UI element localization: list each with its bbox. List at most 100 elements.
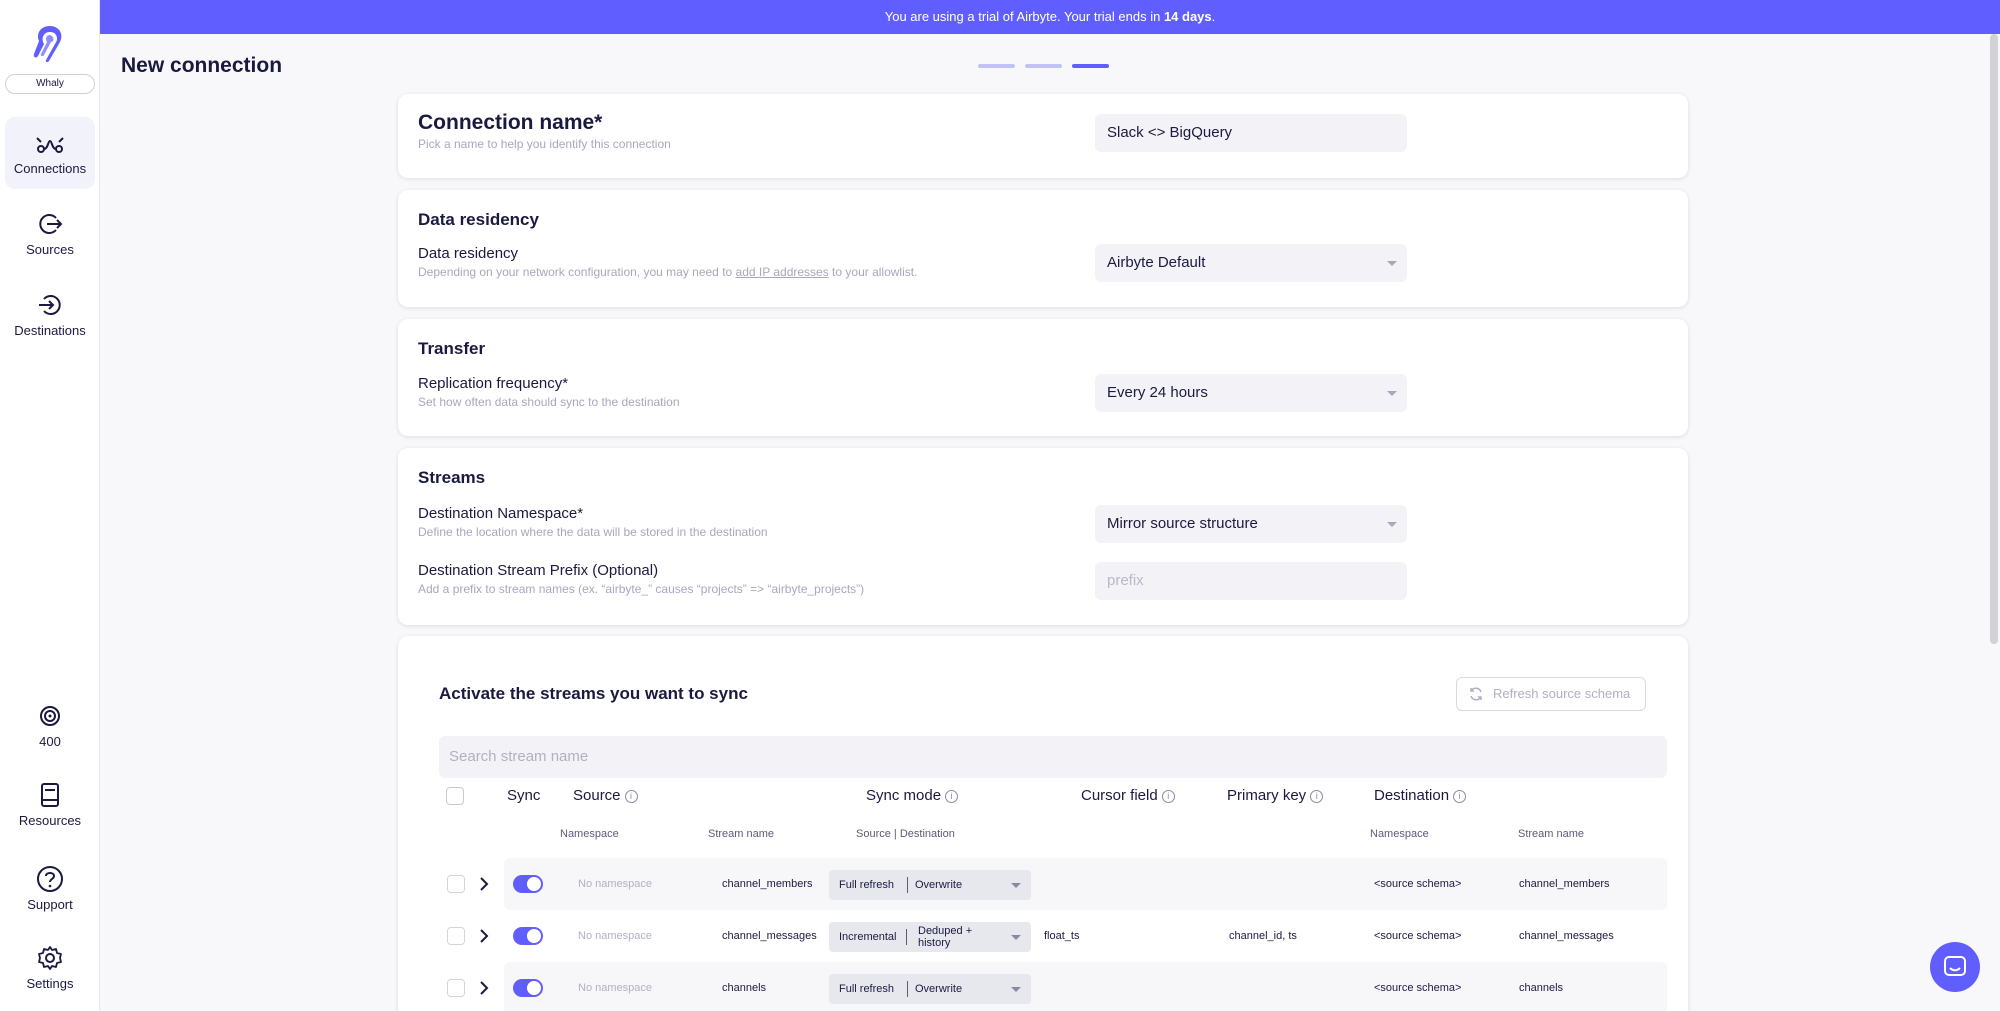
row-checkbox[interactable] — [447, 979, 465, 997]
transfer-heading: Transfer — [418, 339, 486, 358]
connection-name-input[interactable]: Slack <> BigQuery — [1095, 114, 1407, 152]
data-residency-label: Data residency — [418, 245, 519, 262]
row-background — [504, 858, 1667, 910]
trial-days: 14 days — [1163, 9, 1212, 24]
chevron-right-icon[interactable] — [477, 926, 491, 946]
chevron-down-icon — [1387, 261, 1397, 266]
col-sync-mode-label: Sync mode — [866, 787, 942, 804]
nav-destinations-label: Destinations — [14, 323, 86, 338]
chevron-right-icon[interactable] — [477, 978, 491, 998]
subheader-stream-name: Stream name — [708, 828, 775, 840]
data-residency-value: Airbyte Default — [1107, 254, 1206, 271]
source-stream-name: channels — [722, 982, 767, 994]
row-checkbox[interactable] — [447, 875, 465, 893]
stream-prefix-input[interactable]: prefix — [1095, 562, 1407, 600]
credits-icon — [40, 706, 60, 726]
select-all-checkbox[interactable] — [446, 787, 464, 805]
info-icon[interactable]: i — [1161, 790, 1175, 803]
nav-sources-label: Sources — [26, 242, 74, 257]
step-2 — [1025, 64, 1062, 68]
info-icon[interactable]: i — [624, 790, 638, 803]
destination-namespace-help: Define the location where the data will … — [418, 525, 768, 539]
sync-mode-destination: Overwrite — [915, 983, 963, 995]
nav-resources-label: Resources — [18, 813, 82, 828]
nav-settings[interactable]: Settings — [5, 932, 95, 1004]
cursor-field: float_ts — [1044, 930, 1080, 942]
col-sync-mode: Sync mode i — [866, 787, 959, 804]
table-row: No namespace channel_members Full refres… — [439, 858, 1667, 910]
col-destination: Destination i — [1374, 787, 1467, 804]
sync-mode-source: Full refresh — [839, 879, 895, 891]
trial-banner-suffix: . — [1211, 9, 1216, 24]
sync-mode-select[interactable]: Full refresh Overwrite — [829, 870, 1031, 900]
nav-sources[interactable]: Sources — [5, 198, 95, 270]
search-stream-input[interactable]: Search stream name — [439, 736, 1667, 778]
replication-frequency-label: Replication frequency* — [418, 375, 569, 392]
sync-mode-source: Incremental — [839, 931, 897, 943]
replication-frequency-select[interactable]: Every 24 hours — [1095, 374, 1407, 412]
data-residency-help-text: Depending on your network configuration,… — [418, 265, 736, 279]
streams-heading: Streams — [418, 468, 486, 487]
col-source: Source i — [573, 787, 638, 804]
sync-mode-select[interactable]: Full refresh Overwrite — [829, 974, 1031, 1004]
data-residency-card: Data residency Data residency Depending … — [398, 190, 1688, 307]
replication-frequency-value: Every 24 hours — [1107, 384, 1208, 401]
destination-namespace-label: Destination Namespace* — [418, 505, 584, 522]
nav-destinations[interactable]: Destinations — [5, 279, 95, 351]
connections-icon — [36, 137, 64, 153]
workspace-selector[interactable]: Whaly — [5, 74, 95, 94]
info-icon[interactable]: i — [945, 790, 959, 803]
col-sync-label: Sync — [507, 787, 541, 804]
stream-prefix-help: Add a prefix to stream names (ex. “airby… — [418, 582, 865, 596]
sync-mode-destination-line2: history — [918, 937, 951, 949]
sync-mode-separator — [906, 929, 907, 945]
replication-frequency-help: Set how often data should sync to the de… — [418, 395, 680, 409]
col-cursor-field: Cursor field i — [1081, 787, 1175, 804]
destination-stream-name: channels — [1519, 982, 1564, 994]
nav-credits[interactable]: 400 — [5, 690, 95, 762]
chevron-down-icon — [1387, 522, 1397, 527]
nav-connections[interactable]: Connections — [5, 117, 95, 189]
table-row: No namespace channel_messages Incrementa… — [439, 910, 1667, 962]
row-background — [504, 910, 1667, 962]
source-stream-name: channel_members — [722, 878, 813, 890]
page-scrollbar[interactable] — [1990, 34, 1998, 644]
connection-name-card: Connection name* Pick a name to help you… — [398, 94, 1688, 178]
col-primary-key-label: Primary key — [1227, 787, 1307, 804]
subheader-dest-stream-name: Stream name — [1518, 828, 1585, 840]
sync-mode-separator — [907, 981, 908, 997]
row-checkbox[interactable] — [447, 927, 465, 945]
info-icon[interactable]: i — [1310, 790, 1324, 803]
chevron-down-icon — [1011, 883, 1021, 888]
destination-namespace-select[interactable]: Mirror source structure — [1095, 505, 1407, 543]
sidebar: Whaly Connections Sources Destinations 4… — [0, 0, 100, 1011]
sync-mode-source: Full refresh — [839, 983, 895, 995]
trial-banner-text: You are using a trial of Airbyte. Your t… — [884, 9, 1164, 24]
page-title: New connection — [121, 54, 283, 77]
resources-icon — [41, 783, 59, 807]
subheader-source-destination: Source | Destination — [856, 828, 955, 840]
sync-toggle[interactable] — [513, 979, 543, 997]
add-ip-addresses-link[interactable]: add IP addresses — [736, 265, 829, 279]
sync-mode-select[interactable]: Incremental Deduped + history — [829, 922, 1031, 952]
subheader-namespace: Namespace — [560, 828, 619, 840]
sync-mode-destination: Deduped + history — [918, 925, 972, 949]
sync-toggle[interactable] — [513, 875, 543, 893]
step-1 — [978, 64, 1015, 68]
sync-toggle[interactable] — [513, 927, 543, 945]
airbyte-logo-icon[interactable] — [30, 22, 70, 64]
col-destination-label: Destination — [1374, 787, 1450, 804]
chevron-down-icon — [1011, 987, 1021, 992]
nav-resources[interactable]: Resources — [5, 769, 95, 841]
refresh-source-schema-button[interactable]: Refresh source schema — [1456, 677, 1646, 711]
data-residency-select[interactable]: Airbyte Default — [1095, 244, 1407, 282]
chat-launcher-button[interactable] — [1930, 942, 1980, 992]
info-icon[interactable]: i — [1453, 790, 1467, 803]
support-icon — [37, 866, 63, 892]
row-background — [504, 962, 1667, 1011]
chevron-right-icon[interactable] — [477, 874, 491, 894]
streams-table-card: Activate the streams you want to sync Re… — [398, 636, 1688, 1011]
data-residency-help-suffix: to your allowlist. — [828, 265, 918, 279]
destination-namespace: <source schema> — [1374, 878, 1462, 890]
nav-support[interactable]: Support — [5, 853, 95, 925]
